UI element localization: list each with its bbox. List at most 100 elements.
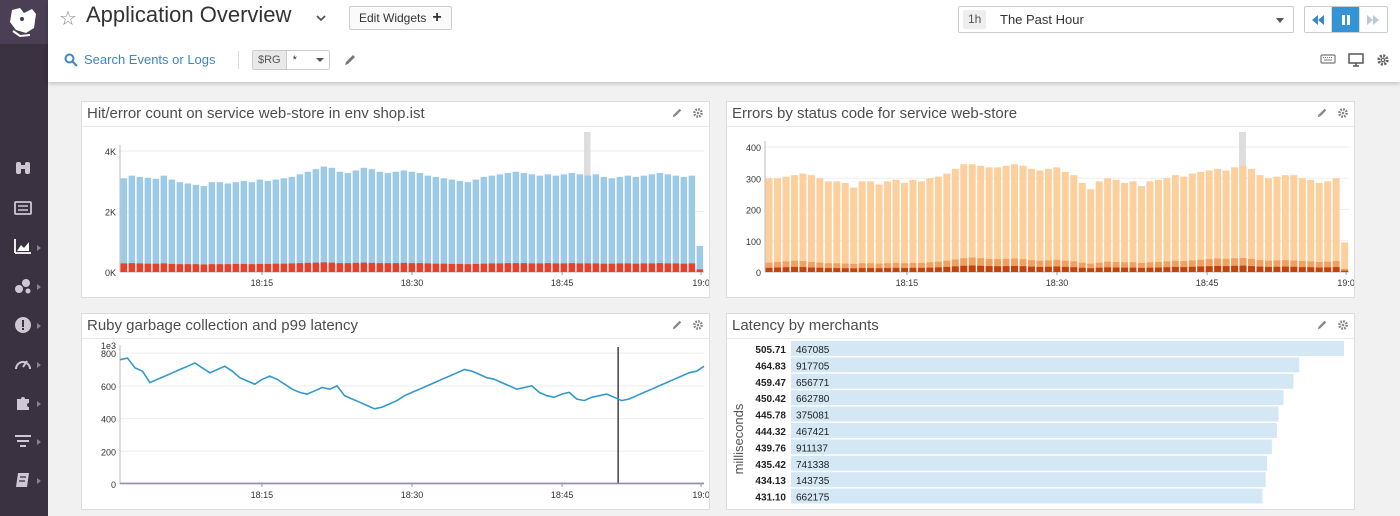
status-bar-dark bbox=[1231, 265, 1239, 272]
favorite-star-icon[interactable]: ☆ bbox=[59, 6, 77, 30]
status-bar bbox=[1121, 182, 1129, 272]
status-bar bbox=[1298, 178, 1306, 272]
hits-bar bbox=[648, 174, 656, 272]
status-bar-dark bbox=[1027, 266, 1035, 272]
edit-widgets-button[interactable]: Edit Widgets + bbox=[349, 6, 452, 30]
status-bar bbox=[977, 165, 985, 272]
rewind-button[interactable] bbox=[1305, 7, 1333, 32]
chevron-right-icon bbox=[37, 245, 41, 251]
chevron-right-icon bbox=[37, 401, 41, 407]
pencil-icon[interactable] bbox=[343, 53, 357, 67]
hits-bar bbox=[136, 176, 144, 272]
infrastructure-icon[interactable] bbox=[14, 277, 32, 295]
status-bar bbox=[960, 164, 968, 272]
errors-bar bbox=[128, 263, 136, 272]
template-variable-rg[interactable]: $RG * bbox=[252, 50, 330, 70]
errors-bar bbox=[152, 263, 160, 272]
status-bar-dark bbox=[968, 265, 976, 272]
integrations-icon[interactable] bbox=[14, 394, 32, 412]
toplist-value: 505.71 bbox=[755, 345, 786, 356]
pause-button[interactable] bbox=[1332, 7, 1360, 32]
status-bar-dark bbox=[1180, 267, 1188, 272]
apm-icon[interactable] bbox=[14, 355, 32, 373]
status-bar-dark bbox=[892, 267, 900, 272]
chevron-right-icon bbox=[37, 439, 41, 445]
monitors-icon[interactable] bbox=[14, 316, 32, 334]
status-bar-dark bbox=[917, 267, 925, 272]
gear-icon[interactable] bbox=[1337, 319, 1349, 331]
left-navigation bbox=[0, 0, 48, 516]
ruby-gc-line-chart: 02004006008001e318:15 18:30 18:45 19:0 bbox=[101, 341, 710, 500]
chevron-down-icon[interactable] bbox=[316, 13, 326, 23]
hits-bar bbox=[544, 174, 552, 272]
hits-bar bbox=[288, 176, 296, 272]
status-bar-dark bbox=[1222, 266, 1230, 272]
search-events-link[interactable]: Search Events or Logs bbox=[64, 52, 216, 67]
errors-bar bbox=[520, 263, 528, 272]
keyboard-icon[interactable] bbox=[1320, 53, 1336, 65]
hits-bar bbox=[376, 171, 384, 272]
hits-bar bbox=[336, 171, 344, 272]
hits-bar bbox=[400, 170, 408, 272]
datadog-logo[interactable] bbox=[0, 0, 48, 44]
status-bar-dark bbox=[858, 268, 866, 272]
hits-bar bbox=[256, 179, 264, 272]
pencil-icon[interactable] bbox=[671, 107, 683, 119]
x-tick-label: 18:15 bbox=[896, 278, 919, 288]
gear-icon[interactable] bbox=[1376, 53, 1390, 67]
x-tick-label: 18:15 bbox=[251, 278, 274, 288]
hits-bar bbox=[440, 178, 448, 272]
hits-bar bbox=[480, 176, 488, 272]
gear-icon[interactable] bbox=[692, 319, 704, 331]
logs-icon[interactable] bbox=[14, 432, 32, 450]
hits-bar bbox=[128, 175, 136, 272]
widget-ruby-gc-latency[interactable]: Ruby garbage collection and p99 latency … bbox=[81, 313, 710, 510]
merchants-toplist: milliseconds 505.71 467085 464.83 917705 459.… bbox=[731, 341, 1344, 504]
status-bar bbox=[1154, 179, 1162, 272]
timeframe-selector[interactable]: 1h The Past Hour bbox=[958, 6, 1294, 33]
hits-bar bbox=[296, 174, 304, 272]
status-bar-dark bbox=[926, 267, 934, 272]
status-bar-dark bbox=[1332, 267, 1340, 272]
errors-bar bbox=[408, 263, 416, 272]
status-bar-dark bbox=[1121, 267, 1129, 272]
template-variable-value[interactable]: * bbox=[286, 51, 329, 69]
status-bar bbox=[850, 187, 858, 272]
gear-icon[interactable] bbox=[1337, 107, 1349, 119]
status-bar bbox=[1019, 165, 1027, 272]
tv-mode-icon[interactable] bbox=[1348, 53, 1364, 67]
pencil-icon[interactable] bbox=[671, 319, 683, 331]
hit-error-chart: 0K 2K 4K 18:15 18:30 18:45 19:0 bbox=[105, 132, 710, 288]
errors-bar bbox=[280, 263, 288, 272]
errors-bar bbox=[664, 263, 672, 272]
pencil-icon[interactable] bbox=[1316, 319, 1328, 331]
widget-title: Hit/error count on service web-store in … bbox=[87, 105, 425, 122]
list-icon[interactable] bbox=[14, 199, 32, 217]
status-bar bbox=[951, 168, 959, 272]
page-title: Application Overview bbox=[86, 2, 292, 27]
gear-icon[interactable] bbox=[692, 107, 704, 119]
status-bar-dark bbox=[901, 268, 908, 272]
status-bar-dark bbox=[1044, 266, 1052, 272]
errors-bar bbox=[592, 263, 600, 272]
playback-controls bbox=[1304, 6, 1388, 33]
status-bar-dark bbox=[1205, 266, 1213, 272]
widget-hit-error-count[interactable]: Hit/error count on service web-store in … bbox=[81, 101, 710, 298]
timeframe-badge: 1h bbox=[963, 10, 987, 29]
hits-bar bbox=[448, 179, 456, 272]
status-bar bbox=[901, 182, 908, 272]
status-bar-dark bbox=[1197, 266, 1205, 272]
widget-errors-by-status[interactable]: Errors by status code for service web-st… bbox=[726, 101, 1355, 298]
notebook-icon[interactable] bbox=[14, 471, 32, 489]
errors-bar bbox=[648, 263, 656, 272]
status-bar bbox=[799, 173, 807, 272]
status-bar bbox=[934, 176, 942, 272]
divider bbox=[238, 51, 239, 69]
pencil-icon[interactable] bbox=[1316, 107, 1328, 119]
binoculars-icon[interactable] bbox=[14, 158, 32, 176]
widget-latency-by-merchants[interactable]: Latency by merchants milliseconds 505.71 4… bbox=[726, 313, 1355, 510]
toplist-bar bbox=[791, 357, 1300, 373]
fast-forward-button[interactable] bbox=[1360, 7, 1387, 32]
y-tick-label: 2K bbox=[105, 208, 116, 218]
dashboard-icon[interactable] bbox=[14, 237, 32, 255]
